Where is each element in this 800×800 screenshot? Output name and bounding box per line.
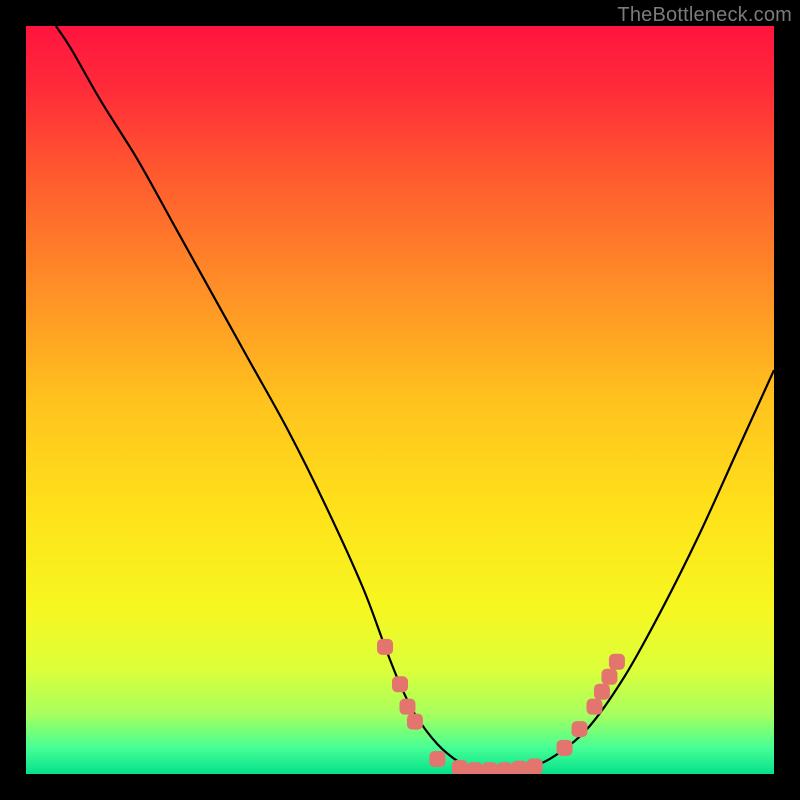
curve-marker (594, 684, 610, 700)
chart-frame (26, 26, 774, 774)
curve-marker (377, 639, 393, 655)
curve-marker (609, 654, 625, 670)
curve-marker (572, 721, 588, 737)
curve-marker (601, 669, 617, 685)
curve-marker (527, 759, 543, 774)
curve-marker (399, 699, 415, 715)
curve-marker (586, 699, 602, 715)
curve-marker (497, 762, 513, 774)
curve-marker (429, 751, 445, 767)
chart-svg (26, 26, 774, 774)
curve-marker (452, 760, 468, 774)
gradient-background (26, 26, 774, 774)
watermark-text: TheBottleneck.com (617, 4, 792, 27)
curve-marker (482, 762, 498, 774)
curve-marker (392, 676, 408, 692)
curve-marker (512, 761, 528, 774)
curve-marker (467, 762, 483, 774)
curve-marker (407, 714, 423, 730)
curve-marker (557, 740, 573, 756)
